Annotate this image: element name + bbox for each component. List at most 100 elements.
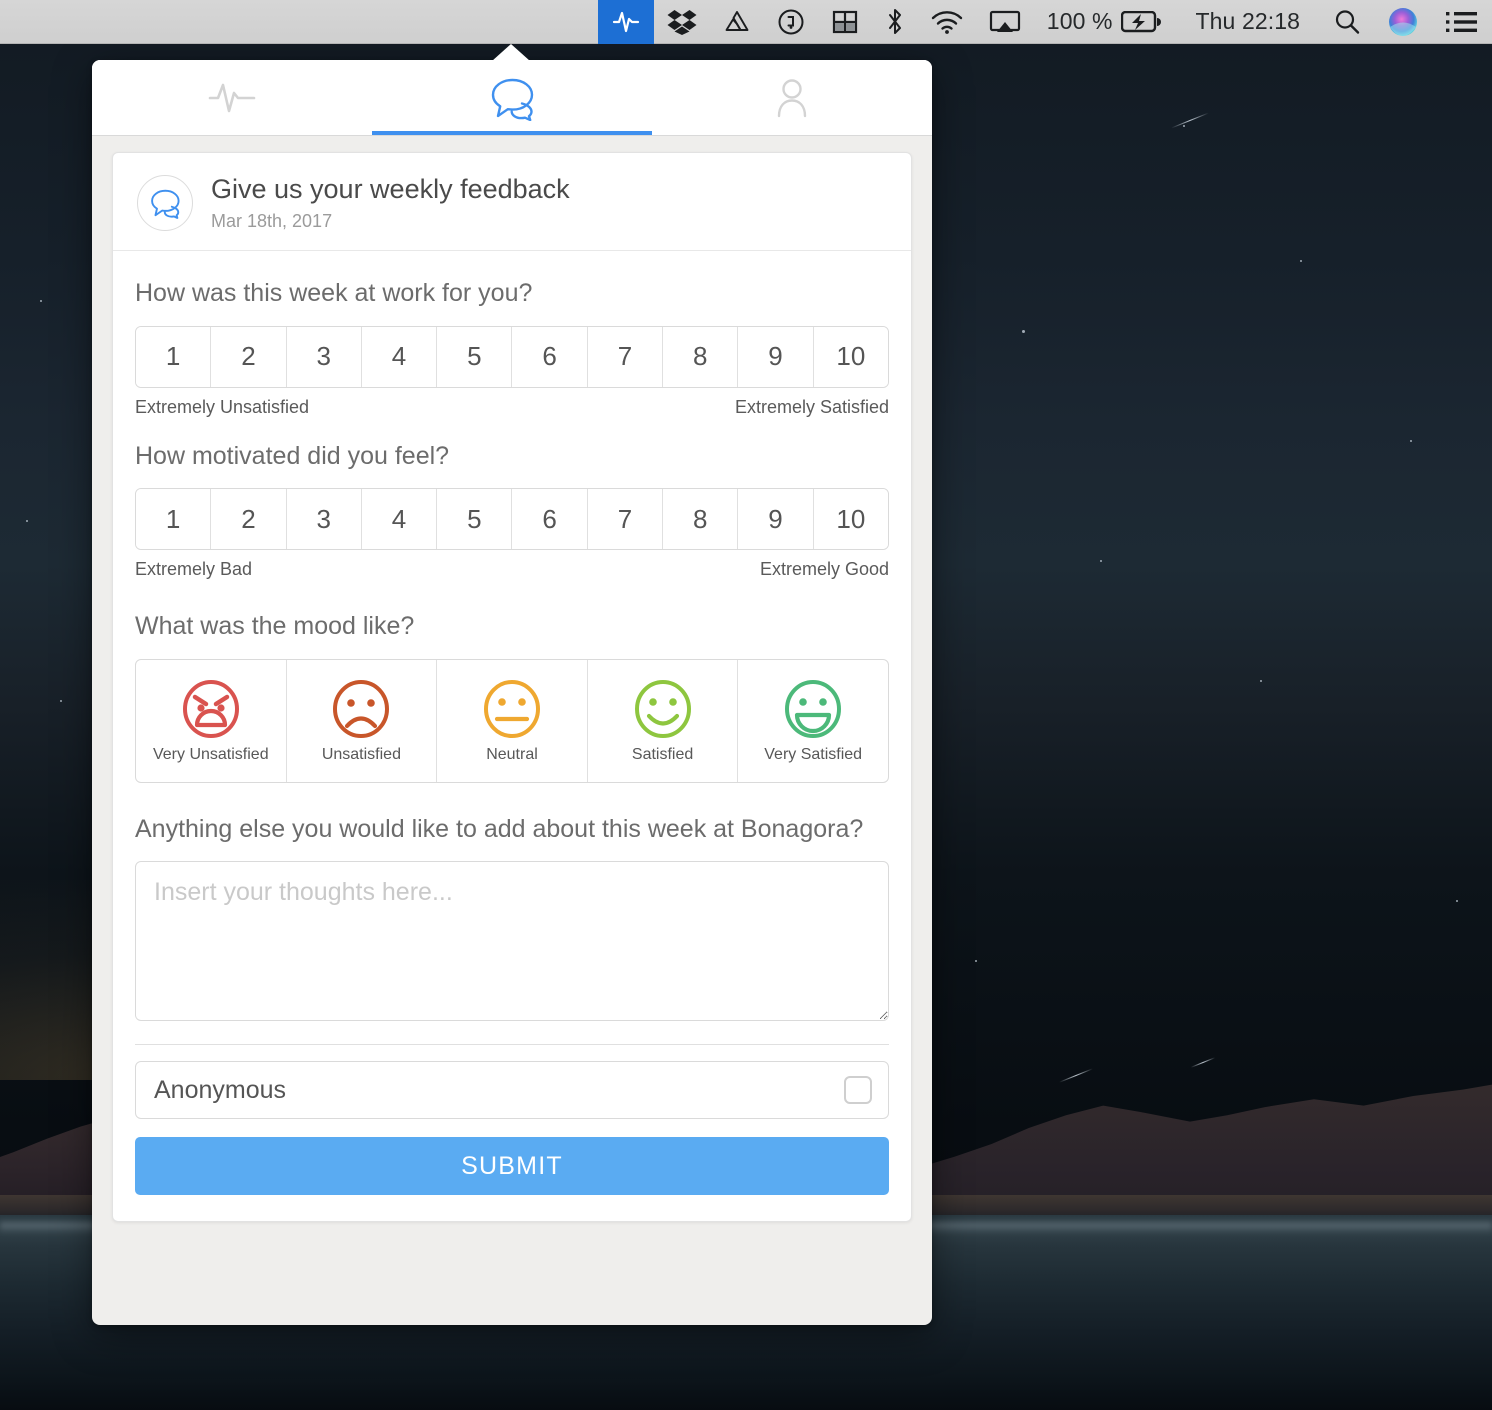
mood-label: Satisfied <box>631 745 694 763</box>
smiling-face-icon <box>634 679 691 738</box>
menubar-battery-percent[interactable]: 100 % <box>1034 0 1119 44</box>
speech-bubbles-icon <box>151 189 180 219</box>
question-label: How motivated did you feel? <box>135 441 450 470</box>
anonymous-toggle-row[interactable]: Anonymous <box>135 1061 889 1120</box>
mood-label: Neutral <box>486 745 538 763</box>
popover-notch-arrow <box>492 44 530 61</box>
rating-scale-week-at-work: 1 2 3 4 5 6 7 8 9 10 <box>135 325 889 388</box>
meteor-streak <box>1171 112 1209 129</box>
popover-tabbar <box>92 60 932 136</box>
bluetooth-icon <box>888 8 901 34</box>
rating-option[interactable]: 2 <box>210 489 286 550</box>
tab-profile[interactable] <box>652 60 932 135</box>
scale-legend-high: Extremely Satisfied <box>734 396 889 417</box>
star <box>975 960 977 962</box>
question-block-motivation: How motivated did you feel? 1 2 3 4 5 6 … <box>135 440 889 581</box>
freeform-question-label: Anything else you would like to add abou… <box>135 814 864 843</box>
window-grid-icon <box>832 10 857 33</box>
menubar-item-activity-pulse[interactable] <box>597 0 654 44</box>
rating-option[interactable]: 8 <box>662 489 738 550</box>
menubar-status-items: 100 % Thu 22:18 <box>597 0 1492 44</box>
star <box>26 520 28 522</box>
card-title: Give us your weekly feedback <box>211 174 570 204</box>
mood-option-unsatisfied[interactable]: Unsatisfied <box>285 659 437 782</box>
thoughts-textarea[interactable] <box>135 861 889 1022</box>
tab-feedback[interactable] <box>372 60 652 135</box>
question-block-week-at-work: How was this week at work for you? 1 2 3… <box>135 277 889 418</box>
menubar-item-notification-center[interactable] <box>1432 0 1492 44</box>
tab-activity[interactable] <box>92 60 372 135</box>
rating-option[interactable]: 5 <box>436 326 512 387</box>
mood-label: Very Satisfied <box>764 745 863 763</box>
scale-legend: Extremely Unsatisfied Extremely Satisfie… <box>135 397 889 418</box>
rating-option[interactable]: 4 <box>360 489 437 550</box>
menubar-item-siri[interactable] <box>1374 0 1432 44</box>
star <box>1100 560 1102 562</box>
rating-option[interactable]: 6 <box>511 326 587 387</box>
macos-menubar: 100 % Thu 22:18 <box>0 0 1492 44</box>
mood-option-very-satisfied[interactable]: Very Satisfied <box>737 659 888 782</box>
menubar-item-wifi[interactable] <box>918 0 976 44</box>
search-icon <box>1335 9 1360 34</box>
menubar-item-search[interactable] <box>1320 0 1374 44</box>
star <box>1260 680 1262 682</box>
mood-option-satisfied[interactable]: Satisfied <box>586 659 738 782</box>
rating-option[interactable]: 7 <box>586 326 663 387</box>
rating-option[interactable]: 3 <box>285 489 361 550</box>
menubar-item-window-grid[interactable] <box>818 0 872 44</box>
menubar-item-battery[interactable] <box>1119 0 1174 44</box>
star <box>40 300 42 302</box>
feedback-card: Give us your weekly feedback Mar 18th, 2… <box>112 152 912 1223</box>
question-block-mood: What was the mood like? Very Unsatisfied… <box>135 610 889 783</box>
rating-option[interactable]: 7 <box>586 489 663 550</box>
anonymous-checkbox[interactable] <box>844 1076 872 1105</box>
menubar-clock[interactable]: Thu 22:18 <box>1174 0 1320 44</box>
speech-bubbles-icon <box>491 78 534 121</box>
mood-option-neutral[interactable]: Neutral <box>436 659 587 782</box>
rating-option[interactable]: 9 <box>737 326 813 387</box>
sad-face-icon <box>333 679 390 738</box>
menubar-item-dropbox[interactable] <box>654 0 710 44</box>
rating-option[interactable]: 3 <box>285 326 361 387</box>
menubar-item-google-drive[interactable] <box>710 0 764 44</box>
star <box>1022 330 1025 333</box>
google-drive-icon <box>725 10 749 31</box>
submit-button[interactable]: SUBMIT <box>135 1137 889 1196</box>
siri-icon <box>1389 7 1417 36</box>
person-icon <box>777 78 807 117</box>
star <box>1456 900 1458 902</box>
mood-option-very-unsatisfied[interactable]: Very Unsatisfied <box>136 660 286 782</box>
wifi-icon <box>931 10 962 34</box>
meteor-streak <box>1059 1068 1093 1083</box>
rating-option[interactable]: 10 <box>812 326 888 387</box>
rating-option[interactable]: 4 <box>360 326 437 387</box>
circle-info-icon <box>778 9 804 34</box>
star <box>1410 440 1412 442</box>
rating-option[interactable]: 9 <box>737 489 813 550</box>
section-divider <box>135 1044 889 1046</box>
rating-option[interactable]: 8 <box>662 326 738 387</box>
notification-center-icon <box>1446 11 1477 32</box>
battery-charging-icon <box>1120 10 1161 32</box>
card-header-text: Give us your weekly feedback Mar 18th, 2… <box>211 173 570 232</box>
dropbox-icon <box>667 9 697 35</box>
rating-option[interactable]: 2 <box>210 326 286 387</box>
menubar-item-bluetooth[interactable] <box>872 0 918 44</box>
rating-option[interactable]: 10 <box>812 489 888 550</box>
rating-option[interactable]: 1 <box>136 489 211 550</box>
menubar-item-airplay[interactable] <box>976 0 1034 44</box>
question-label: How was this week at work for you? <box>135 279 533 308</box>
airplay-icon <box>989 10 1020 32</box>
meteor-streak <box>1190 1057 1216 1068</box>
question-label: What was the mood like? <box>135 612 415 641</box>
activity-pulse-icon <box>208 83 256 112</box>
card-container: Give us your weekly feedback Mar 18th, 2… <box>92 136 932 1244</box>
tab-underline <box>372 131 652 135</box>
menubar-item-info[interactable] <box>764 0 818 44</box>
freeform-block: Anything else you would like to add abou… <box>135 813 889 1027</box>
anonymous-label: Anonymous <box>154 1075 287 1104</box>
card-date: Mar 18th, 2017 <box>211 211 333 232</box>
rating-option[interactable]: 5 <box>436 489 512 550</box>
rating-option[interactable]: 1 <box>136 326 211 387</box>
rating-option[interactable]: 6 <box>511 489 587 550</box>
